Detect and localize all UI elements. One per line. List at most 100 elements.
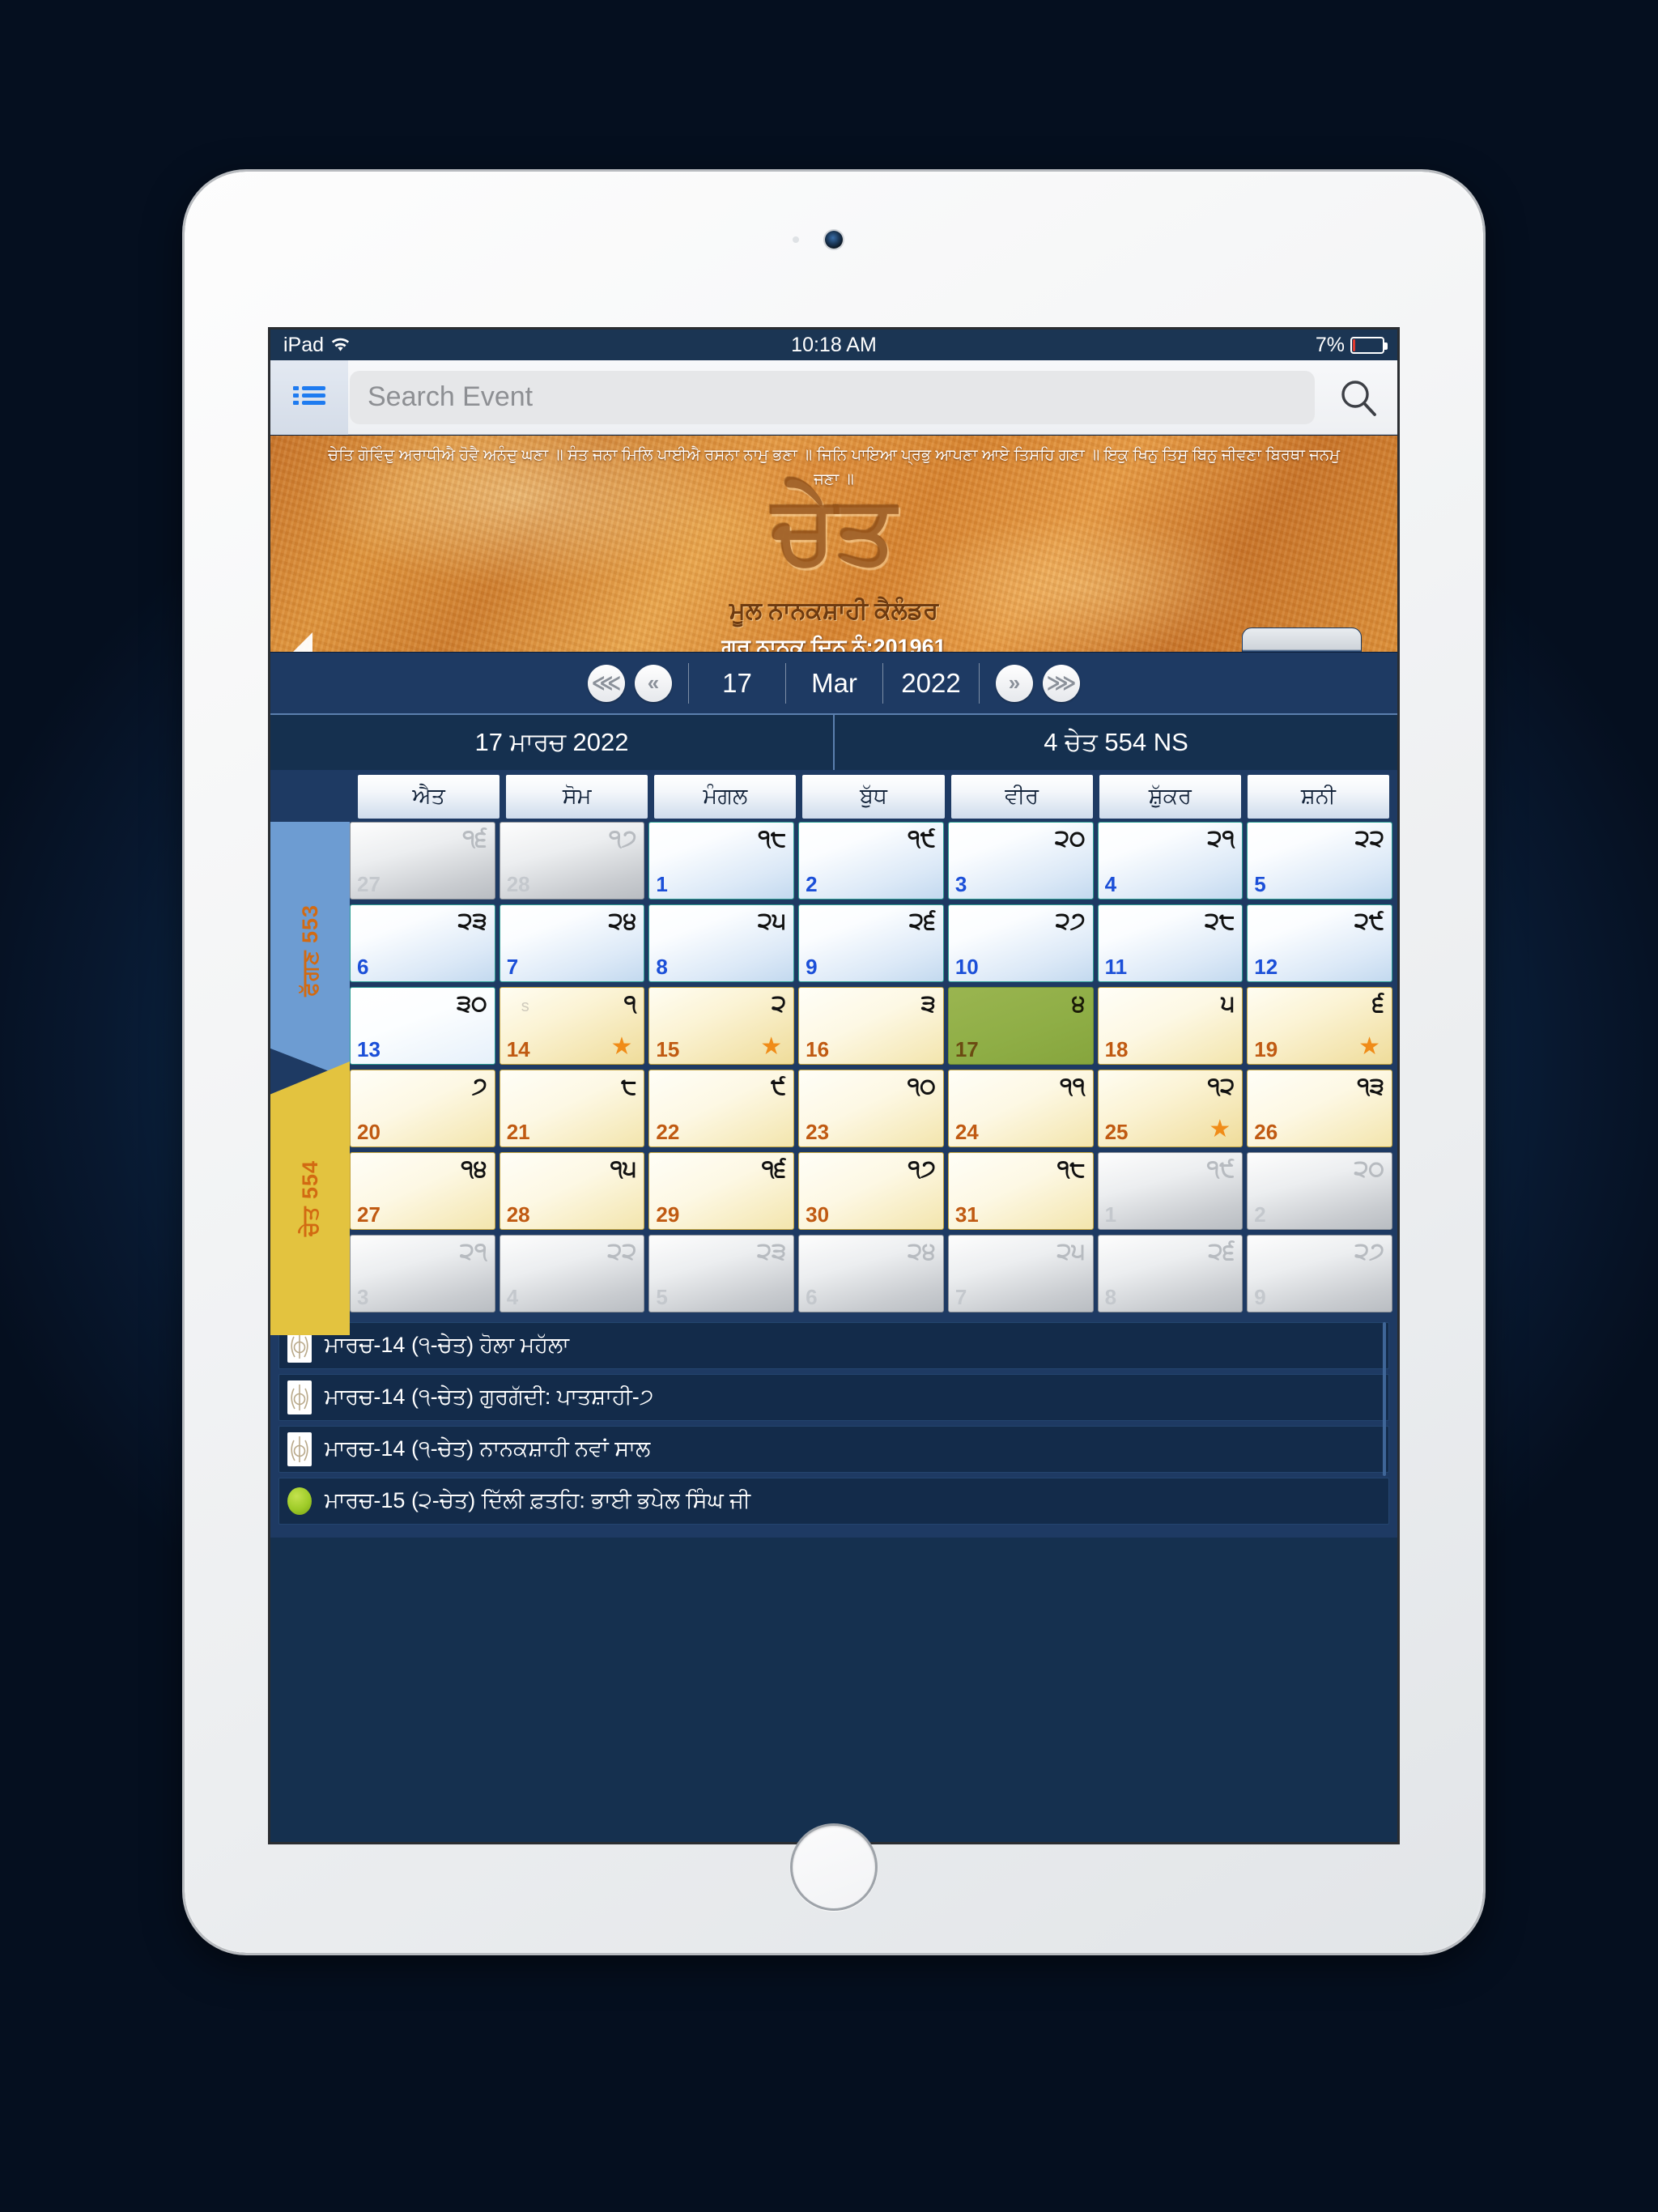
calendar-week-row: ੨੧ 3 ੨੨ 4 ੨੩ 5 ੨੪ 6 ੨੫ 7 ੨੬ 8 ੨੭ 9	[350, 1235, 1392, 1312]
gregorian-day-number: 22	[656, 1120, 680, 1144]
event-text: ਮਾਰਚ-15 (੨-ਚੇਤ) ਦਿੱਲੀ ਫ਼ਤਹਿ: ਭਾਈ ਭਪੇਲ ਸਿ…	[325, 1488, 750, 1512]
gregorian-day-number: 1	[656, 872, 668, 896]
calendar-day-cell[interactable]: ੧੭ 30	[798, 1152, 944, 1230]
calendar-day-cell[interactable]: ੩੦ 13	[350, 987, 495, 1065]
gregorian-day-number: 4	[506, 1285, 519, 1309]
calendar-day-cell[interactable]: ੨੫ 7	[947, 1235, 1094, 1312]
nanakshahi-day-number: ੧੯	[908, 826, 936, 852]
calendar-day-cell[interactable]: ੨੦ 3	[947, 822, 1094, 900]
calendar-day-cell[interactable]: ੧੮ 31	[947, 1152, 1094, 1230]
gregorian-day-number: 18	[1104, 1037, 1129, 1061]
chevron-left-icon[interactable]: «	[635, 664, 672, 702]
calendar-day-cell[interactable]: ੫ 18	[1097, 987, 1244, 1065]
banner-day-number: ਗੁਰ ਨਾਨਕ ਦਿਨ ਨੰ:201961	[721, 635, 946, 652]
gregorian-day-number: 15	[656, 1037, 680, 1061]
nanakshahi-day-number: ੪	[1071, 991, 1086, 1017]
weekday-header-2: ਮੰਗਲ	[654, 775, 797, 819]
gregorian-day-number: 20	[357, 1120, 380, 1144]
event-list-item[interactable]: ਮਾਰਚ-14 (੧-ਚੇਤ) ਨਾਨਕਸ਼ਾਹੀ ਨਵਾਂ ਸਾਲ	[278, 1426, 1389, 1473]
calendar-day-cell[interactable]: ੨੬ 9	[798, 904, 944, 982]
nanakshahi-date-label: 4 ਚੇਤ 554 NS	[833, 715, 1397, 770]
gregorian-day-number: 9	[806, 955, 818, 979]
double-chevron-left-icon[interactable]: ⋘	[588, 664, 625, 702]
star-icon: ★	[1209, 1116, 1231, 1142]
calendar-day-cell[interactable]: ੨੫ 8	[648, 904, 795, 982]
calendar-day-cell[interactable]: ੬ 19 ★	[1247, 987, 1392, 1065]
calendar-week-row: ੭ 20 ੮ 21 ੯ 22 ੧੦ 23 ੧੧ 24 ੧੨ 25 ★ ੧੩ 26	[350, 1070, 1392, 1147]
calendar-day-cell[interactable]: ੧੦ 23	[798, 1070, 944, 1147]
nanakshahi-day-number: ੧੮	[758, 826, 787, 852]
calendar-day-cell[interactable]: ੨੬ 8	[1097, 1235, 1244, 1312]
calendar-week-row: ੩੦ 13 ੧ 14 s ★ ੨ 15 ★ ੩ 16 ੪ 17 ੫ 18 ੬ 19 ★	[350, 987, 1392, 1065]
month-rail-segment-current: ਚੇਤ 554	[270, 1061, 350, 1335]
event-list: ਮਾਰਚ-14 (੧-ਚੇਤ) ਹੋਲਾ ਮਹੱਲਾ ਮਾਰਚ-14 (੧-ਚੇਤ…	[270, 1317, 1397, 1538]
calendar-day-cell[interactable]: ੨੭ 9	[1247, 1235, 1392, 1312]
nanakshahi-day-number: ੧੧	[1060, 1074, 1086, 1100]
nanakshahi-day-number: ੨੩	[457, 908, 487, 934]
month-rail: ਫੱਗਣ 553 ਚੇਤ 554	[270, 822, 350, 1335]
month-selector[interactable]: Mar	[785, 662, 882, 704]
calendar-day-cell[interactable]: ੨ 15 ★	[648, 987, 795, 1065]
calendar-day-cell[interactable]: ੮ 21	[499, 1070, 645, 1147]
event-text: ਮਾਰਚ-14 (੧-ਚੇਤ) ਗੁਰਗੱਦੀ: ਪਾਤਸ਼ਾਹੀ-੭	[325, 1385, 654, 1409]
calendar-day-cell[interactable]: ੪ 17	[947, 987, 1094, 1065]
gregorian-day-number: 5	[656, 1285, 668, 1309]
calendar-day-cell[interactable]: ੧ 14 s ★	[499, 987, 645, 1065]
nanakshahi-day-number: ੧੮	[1056, 1156, 1086, 1182]
calendar-day-cell[interactable]: ੨੨ 4	[499, 1235, 645, 1312]
month-banner: ਚੇਤਿ ਗੋਵਿੰਦੁ ਅਰਾਧੀਐ ਹੋਵੈ ਅਨੰਦੁ ਘਣਾ ॥ ਸੰਤ…	[270, 435, 1397, 652]
event-list-scrollbar[interactable]	[1383, 1322, 1386, 1476]
gregorian-day-number: 27	[357, 872, 380, 896]
nanakshahi-day-number: ੨੬	[909, 908, 936, 934]
double-chevron-right-icon[interactable]: ⋙	[1043, 664, 1080, 702]
calendar-grid: ੧੬ 27 ੧੭ 28 ੧੮ 1 ੧੯ 2 ੨੦ 3 ੨੧ 4 ੨੨ 5 ੨੩ 6 ੨੪ 7 ੨੫ 8 ੨੬ 9 ੨੭ 10 ੨…	[350, 822, 1392, 1312]
calendar-day-cell[interactable]: ੨੨ 5	[1247, 822, 1392, 900]
calendar-day-cell[interactable]: ੧੨ 25 ★	[1097, 1070, 1244, 1147]
calendar-day-cell[interactable]: ੨੩ 6	[350, 904, 495, 982]
status-bar-right: 7%	[1316, 334, 1388, 357]
gregorian-day-number: 26	[1254, 1120, 1278, 1144]
calendar-day-cell[interactable]: ੨੪ 7	[499, 904, 645, 982]
calendar-day-cell[interactable]: ੧੮ 1	[648, 822, 795, 900]
calendar-day-cell[interactable]: ੧੭ 28	[499, 822, 645, 900]
calendar-day-cell[interactable]: ੨੧ 4	[1097, 822, 1244, 900]
calendar-day-cell[interactable]: ੩ 16	[798, 987, 944, 1065]
nanakshahi-day-number: ੨੭	[1354, 1239, 1384, 1265]
calendar-day-cell[interactable]: ੧੯ 2	[798, 822, 944, 900]
search-field-container[interactable]	[350, 370, 1315, 424]
calendar-day-cell[interactable]: ੭ 20	[350, 1070, 495, 1147]
event-list-item[interactable]: ਮਾਰਚ-14 (੧-ਚੇਤ) ਗੁਰਗੱਦੀ: ਪਾਤਸ਼ਾਹੀ-੭	[278, 1374, 1389, 1421]
calendar-day-cell[interactable]: ੨੭ 10	[947, 904, 1094, 982]
calendar-day-cell[interactable]: ੧੬ 27	[350, 822, 495, 900]
list-menu-icon[interactable]	[270, 359, 348, 435]
chevron-right-icon[interactable]: »	[996, 664, 1033, 702]
weekday-header-5: ਸ਼ੁੱਕਰ	[1099, 775, 1241, 819]
gregorian-day-number: 2	[806, 872, 818, 896]
calendar-day-cell[interactable]: ੨੧ 3	[350, 1235, 495, 1312]
search-icon[interactable]	[1320, 360, 1397, 435]
triangle-prev-icon[interactable]	[288, 632, 312, 652]
calendar-day-cell[interactable]: ੨੮ 11	[1097, 904, 1244, 982]
gregorian-day-number: 14	[506, 1037, 530, 1061]
calendar-day-cell[interactable]: ੧੬ 29	[648, 1152, 795, 1230]
event-list-item[interactable]: ਮਾਰਚ-15 (੨-ਚੇਤ) ਦਿੱਲੀ ਫ਼ਤਹਿ: ਭਾਈ ਭਪੇਲ ਸਿ…	[278, 1478, 1389, 1525]
banner-corner-button[interactable]	[1242, 627, 1362, 652]
calendar-day-cell[interactable]: ੨੦ 2	[1247, 1152, 1392, 1230]
year-selector[interactable]: 2022	[882, 662, 980, 704]
calendar-container: ਫੱਗਣ 553 ਚੇਤ 554 ੧੬ 27 ੧੭ 28 ੧੮ 1 ੧੯ 2 ੨੦ 3 ੨੧ 4 ੨੨ 5…	[270, 819, 1397, 1335]
search-input[interactable]	[368, 381, 1297, 413]
calendar-day-cell[interactable]: ੨੩ 5	[648, 1235, 795, 1312]
calendar-day-cell[interactable]: ੯ 22	[648, 1070, 795, 1147]
day-selector[interactable]: 17	[688, 662, 785, 704]
calendar-day-cell[interactable]: ੧੯ 1	[1097, 1152, 1244, 1230]
calendar-day-cell[interactable]: ੧੩ 26	[1247, 1070, 1392, 1147]
gregorian-day-number: 8	[1104, 1285, 1117, 1309]
gregorian-day-number: 2	[1254, 1202, 1266, 1227]
calendar-day-cell[interactable]: ੧੪ 27	[350, 1152, 495, 1230]
calendar-day-cell[interactable]: ੧੧ 24	[947, 1070, 1094, 1147]
calendar-day-cell[interactable]: ੨੯ 12	[1247, 904, 1392, 982]
calendar-day-cell[interactable]: ੧੫ 28	[499, 1152, 645, 1230]
event-list-item[interactable]: ਮਾਰਚ-14 (੧-ਚੇਤ) ਹੋਲਾ ਮਹੱਲਾ	[278, 1322, 1389, 1369]
home-button[interactable]	[790, 1823, 878, 1911]
calendar-day-cell[interactable]: ੨੪ 6	[798, 1235, 944, 1312]
